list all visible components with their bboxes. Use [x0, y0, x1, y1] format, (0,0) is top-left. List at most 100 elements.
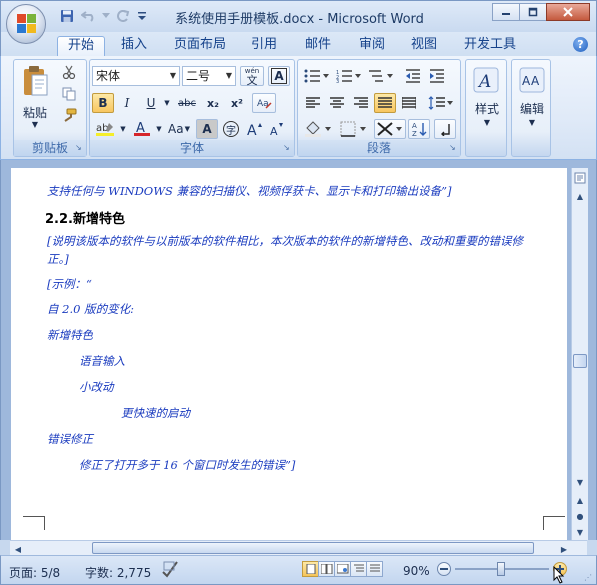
underline-button[interactable]: U — [140, 93, 162, 113]
font-size-value: 二号 — [186, 69, 211, 83]
grow-font-icon[interactable]: A — [244, 119, 266, 139]
tab-developer[interactable]: 开发工具 — [457, 36, 523, 56]
scroll-thumb[interactable] — [573, 354, 587, 368]
copy-icon[interactable] — [58, 84, 80, 104]
scroll-thumb[interactable] — [92, 542, 534, 554]
page-indicator[interactable]: 页面: 5/8 — [9, 564, 60, 581]
font-group-label: 字体 — [90, 140, 294, 156]
font-name-combo[interactable]: 宋体 ▼ — [92, 66, 180, 86]
chevron-down-icon[interactable]: ▼ — [18, 120, 52, 129]
char-border-button[interactable]: A — [268, 66, 290, 86]
justify-icon[interactable] — [374, 93, 396, 113]
dialog-launcher-icon[interactable]: ↘ — [75, 144, 84, 153]
full-screen-reading-icon[interactable] — [318, 561, 335, 577]
word-count[interactable]: 字数: 2,775 — [85, 564, 151, 581]
borders-icon[interactable] — [338, 119, 370, 139]
horizontal-scrollbar[interactable]: ◀ ▶ — [10, 540, 587, 555]
numbering-icon[interactable]: 123 — [334, 66, 364, 86]
close-button[interactable] — [546, 3, 590, 21]
wen-char: 文 — [246, 74, 258, 87]
browse-object-icon[interactable]: ● — [572, 508, 588, 524]
bold-button[interactable]: B — [92, 93, 114, 113]
scroll-up-icon[interactable]: ▲ — [572, 188, 588, 204]
multilevel-list-icon[interactable] — [366, 66, 396, 86]
tab-review[interactable]: 审阅 — [351, 36, 393, 56]
cut-icon[interactable] — [58, 62, 80, 82]
vertical-scrollbar[interactable]: ▲ ▼ ▲ ● ▼ — [571, 168, 588, 540]
zoom-level[interactable]: 90% — [403, 564, 430, 578]
view-ruler-icon[interactable] — [572, 170, 588, 186]
styles-label[interactable]: 样式 — [466, 100, 508, 117]
doc-line: 正。] — [47, 252, 69, 266]
sort-icon[interactable]: AZ — [408, 119, 430, 139]
web-layout-icon[interactable] — [334, 561, 351, 577]
help-icon[interactable]: ? — [573, 37, 588, 52]
format-painter-icon[interactable] — [58, 106, 80, 126]
tab-mailings[interactable]: 邮件 — [297, 36, 339, 56]
styles-icon[interactable]: A — [470, 64, 502, 96]
line-spacing-icon[interactable] — [426, 93, 456, 113]
highlight-icon[interactable]: ab — [92, 119, 118, 139]
editing-label[interactable]: 编辑 — [512, 100, 552, 117]
show-formatting-icon[interactable] — [434, 119, 456, 139]
restore-button[interactable] — [519, 3, 547, 21]
svg-text:A: A — [412, 122, 417, 130]
superscript-button[interactable]: x² — [226, 93, 248, 113]
shrink-font-icon[interactable]: A — [266, 119, 288, 139]
italic-button[interactable]: I — [116, 93, 138, 113]
tab-home[interactable]: 开始 — [57, 36, 105, 56]
office-button[interactable] — [6, 4, 46, 44]
zoom-slider-thumb[interactable] — [497, 562, 505, 576]
svg-text:A: A — [531, 74, 540, 88]
chevron-down-icon[interactable]: ▼ — [162, 93, 172, 113]
font-size-combo[interactable]: 二号 ▼ — [182, 66, 236, 86]
previous-page-icon[interactable]: ▲ — [572, 492, 588, 508]
tab-insert[interactable]: 插入 — [111, 36, 157, 56]
enclose-char-button[interactable]: 字 — [220, 119, 242, 139]
strikethrough-button[interactable]: abc — [174, 93, 200, 113]
resize-grip-icon[interactable]: ⋰ — [584, 573, 594, 583]
align-right-icon[interactable] — [350, 93, 372, 113]
proofing-icon[interactable] — [161, 560, 179, 581]
chevron-down-icon[interactable]: ▼ — [118, 119, 128, 139]
draft-view-icon[interactable] — [366, 561, 383, 577]
decrease-indent-icon[interactable] — [402, 66, 424, 86]
font-group: 宋体 ▼ 二号 ▼ wén 文 A B I U ▼ abc x₂ x² Aa a… — [89, 59, 295, 157]
char-shading-button[interactable]: A — [196, 119, 218, 139]
chevron-down-icon[interactable]: ▼ — [466, 118, 508, 127]
chinese-layout-icon[interactable] — [374, 119, 406, 139]
print-layout-icon[interactable] — [302, 561, 319, 577]
find-icon[interactable]: AA — [516, 64, 548, 96]
margin-marker — [543, 516, 565, 530]
align-center-icon[interactable] — [326, 93, 348, 113]
outline-view-icon[interactable] — [350, 561, 367, 577]
paste-icon[interactable] — [18, 62, 52, 102]
next-page-icon[interactable]: ▼ — [572, 524, 588, 540]
mouse-cursor-icon — [553, 565, 565, 585]
document-page[interactable]: 支持任何与 WINDOWS 兼容的扫描仪、视频俘获卡、显示卡和打印输出设备”] … — [11, 168, 567, 540]
tab-view[interactable]: 视图 — [403, 36, 445, 56]
zoom-out-icon[interactable] — [437, 562, 451, 576]
tab-page-layout[interactable]: 页面布局 — [167, 36, 233, 56]
dialog-launcher-icon[interactable]: ↘ — [449, 144, 458, 153]
shading-icon[interactable] — [302, 119, 334, 139]
phonetic-guide-button[interactable]: wén 文 — [240, 66, 264, 86]
chevron-down-icon[interactable]: ▼ — [512, 118, 552, 127]
bullets-icon[interactable] — [302, 66, 332, 86]
subscript-button[interactable]: x₂ — [202, 93, 224, 113]
distribute-icon[interactable] — [398, 93, 420, 113]
tab-references[interactable]: 引用 — [243, 36, 285, 56]
font-color-icon[interactable]: A — [130, 119, 154, 139]
change-case-button[interactable]: Aa ▼ — [166, 119, 192, 139]
doc-line: 新增特色 — [47, 328, 93, 342]
scroll-down-icon[interactable]: ▼ — [572, 474, 588, 490]
minimize-button[interactable] — [492, 3, 520, 21]
clear-formatting-icon[interactable]: Aa — [252, 93, 276, 113]
svg-text:ab: ab — [96, 123, 108, 134]
paste-label[interactable]: 粘贴 — [18, 104, 52, 121]
dialog-launcher-icon[interactable]: ↘ — [283, 144, 292, 153]
chevron-down-icon[interactable]: ▼ — [154, 119, 164, 139]
align-left-icon[interactable] — [302, 93, 324, 113]
doc-line: [说明该版本的软件与以前版本的软件相比，本次版本的软件的新增特色、改动和重要的错… — [47, 234, 523, 248]
increase-indent-icon[interactable] — [426, 66, 448, 86]
